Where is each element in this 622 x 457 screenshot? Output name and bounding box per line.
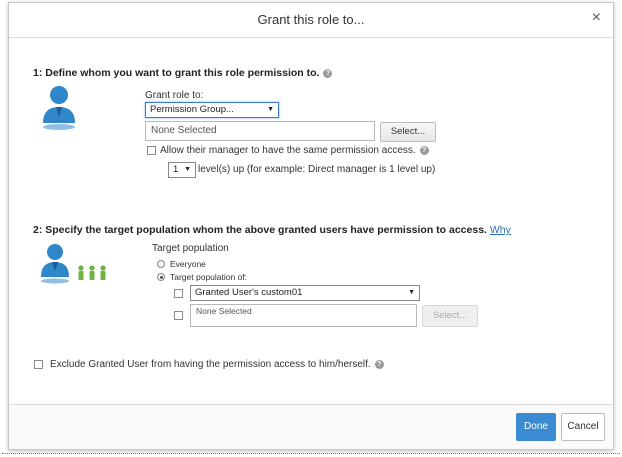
manager-level-value: 1	[173, 164, 179, 175]
cancel-button[interactable]: Cancel	[561, 413, 605, 441]
grant-role-label: Grant role to:	[145, 90, 204, 101]
select-target-button[interactable]: Select...	[422, 305, 478, 327]
grant-role-dialog: Grant this role to... × 1: Define whom y…	[8, 2, 614, 450]
custom-field-value: Granted User's custom01	[195, 287, 303, 298]
help-icon[interactable]: ?	[419, 146, 429, 155]
grant-role-select-value: Permission Group...	[150, 104, 234, 115]
chevron-down-icon: ▼	[267, 106, 274, 113]
help-icon[interactable]: ?	[374, 360, 384, 369]
target-population-of-radio[interactable]	[157, 273, 165, 281]
section2-title-text: 2: Specify the target population whom th…	[33, 224, 487, 236]
grant-role-select[interactable]: Permission Group... ▼	[145, 102, 279, 118]
custom-field-checkbox[interactable]	[174, 289, 183, 298]
target-users-checkbox[interactable]	[174, 311, 183, 320]
section1-title: 1: Define whom you want to grant this ro…	[33, 67, 333, 79]
chevron-down-icon: ▼	[184, 166, 191, 173]
why-link[interactable]: Why	[490, 224, 511, 236]
allow-manager-checkbox[interactable]	[147, 146, 156, 155]
manager-level-text: level(s) up (for example: Direct manager…	[198, 164, 436, 175]
dialog-body: 1: Define whom you want to grant this ro…	[9, 38, 613, 408]
help-icon[interactable]: ?	[323, 69, 333, 78]
custom-field-select[interactable]: Granted User's custom01 ▼	[190, 285, 420, 301]
manager-level-select[interactable]: 1 ▼	[168, 162, 196, 178]
exclude-granted-user-text: Exclude Granted User from having the per…	[50, 359, 371, 370]
everyone-radio[interactable]	[157, 260, 165, 268]
section2-title: 2: Specify the target population whom th…	[33, 224, 511, 236]
target-population-of-label: Target population of:	[170, 272, 248, 282]
dialog-title: Grant this role to...	[257, 12, 365, 27]
select-users-button[interactable]: Select...	[380, 122, 436, 142]
target-population-label: Target population	[152, 243, 229, 254]
dotted-divider	[2, 453, 620, 454]
target-users-field[interactable]: None Selected	[190, 304, 417, 327]
target-population-icon	[41, 244, 106, 284]
section1-title-text: 1: Define whom you want to grant this ro…	[33, 67, 320, 79]
exclude-granted-user-checkbox[interactable]	[34, 360, 43, 369]
dialog-footer: Done Cancel	[9, 404, 613, 449]
dialog-header: Grant this role to... ×	[9, 3, 613, 38]
close-icon[interactable]: ×	[592, 9, 601, 27]
done-button[interactable]: Done	[516, 413, 556, 441]
everyone-label: Everyone	[170, 259, 206, 269]
chevron-down-icon: ▼	[408, 289, 415, 296]
user-icon	[43, 86, 75, 130]
granted-users-field[interactable]: None Selected	[145, 121, 375, 141]
allow-manager-label: Allow their manager to have the same per…	[160, 145, 429, 156]
exclude-granted-user-label: Exclude Granted User from having the per…	[50, 359, 384, 370]
allow-manager-text: Allow their manager to have the same per…	[160, 145, 416, 156]
